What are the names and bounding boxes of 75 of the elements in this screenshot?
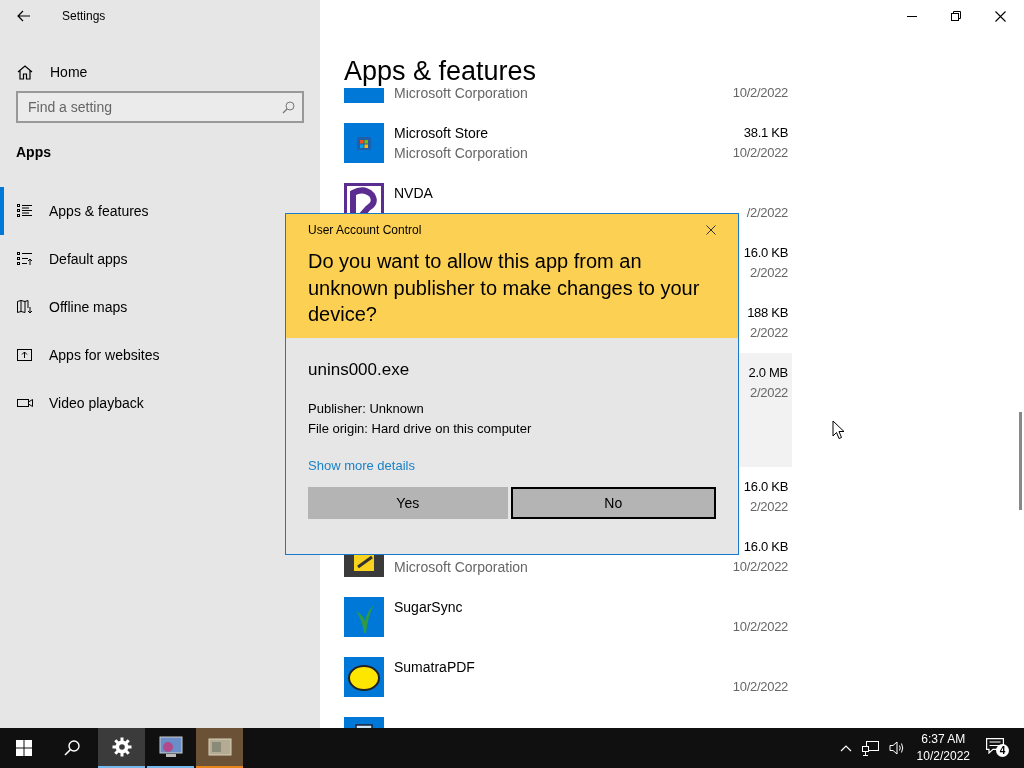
clock-date: 10/2/2022 xyxy=(916,748,970,765)
section-heading: Apps xyxy=(16,144,52,162)
camera-icon xyxy=(17,397,33,409)
app-size: 16.0 KB xyxy=(743,538,788,556)
nav-item[interactable]: Default apps xyxy=(0,235,257,283)
mouse-pointer-icon xyxy=(832,420,845,440)
page-title: Apps & features xyxy=(344,55,538,88)
dialog-title: User Account Control xyxy=(308,223,422,237)
back-arrow-icon[interactable] xyxy=(17,10,31,22)
shopping-bag-icon xyxy=(344,123,384,163)
windows-start-icon[interactable] xyxy=(16,740,32,756)
search-icon[interactable] xyxy=(64,740,80,756)
install-date: 10/2/2022 xyxy=(732,678,788,696)
pdf-icon xyxy=(344,657,384,697)
program-name: unins000.exe xyxy=(308,360,411,381)
window-icon xyxy=(207,738,232,756)
app-name: Microsoft Store xyxy=(394,124,489,143)
install-date: 2/2022 xyxy=(750,498,788,516)
nav-item[interactable]: Offline maps xyxy=(0,283,257,331)
app-name: NVDA xyxy=(394,184,433,203)
nav-item[interactable]: Video playback xyxy=(0,379,257,427)
install-date: 2/2022 xyxy=(750,384,788,402)
chevron-up-icon[interactable] xyxy=(839,744,852,752)
clock-time: 6:37 AM xyxy=(921,731,966,748)
app-publisher: Microsoft Corporation xyxy=(394,88,528,103)
map-icon xyxy=(17,300,33,314)
app-size: 16.0 KB xyxy=(743,244,788,262)
minimize-icon[interactable] xyxy=(907,15,917,17)
gear-icon xyxy=(111,737,132,757)
nav-item[interactable]: Apps for websites xyxy=(0,331,257,379)
install-date: 10/2/2022 xyxy=(732,88,788,102)
install-date: 10/2/2022 xyxy=(732,144,788,162)
search-icon xyxy=(282,101,295,114)
nav-item[interactable]: Apps & features xyxy=(0,187,257,235)
speaker-icon[interactable] xyxy=(888,741,905,755)
app-size: 38.1 KB xyxy=(743,124,788,142)
note-icon xyxy=(344,555,384,577)
restore-icon[interactable] xyxy=(951,11,961,21)
home-link[interactable]: Home xyxy=(17,55,320,89)
install-date: 2/2022 xyxy=(750,264,788,282)
taskbar-app[interactable] xyxy=(98,728,145,768)
app-row[interactable]: Microsoft Corporation 10/2/2022 xyxy=(344,88,792,113)
app-row[interactable]: SugarSync 10/2/2022 xyxy=(344,587,792,647)
app-row[interactable]: SumatraPDF 10/2/2022 xyxy=(344,647,792,707)
install-date: /2/2022 xyxy=(746,204,788,222)
close-icon[interactable] xyxy=(706,225,716,235)
app-size: 2.0 MB xyxy=(748,364,788,382)
notification-badge: 4 xyxy=(996,744,1009,757)
monitor-icon xyxy=(158,736,183,758)
install-date: 10/2/2022 xyxy=(732,618,788,636)
list-icon xyxy=(17,204,33,218)
dialog-question: Do you want to allow this app from an unknown publisher to make changes to your device? xyxy=(308,249,701,327)
app-size: 16.0 KB xyxy=(743,478,788,496)
clock[interactable]: 6:37 AM 10/2/2022 xyxy=(916,731,970,765)
notification-icon[interactable] xyxy=(986,738,1004,754)
install-date: 10/2/2022 xyxy=(732,558,788,576)
app-publisher: Microsoft Corporation xyxy=(394,144,528,163)
close-icon[interactable] xyxy=(995,10,1006,22)
app-name: SugarSync xyxy=(394,598,463,617)
detail-line: Publisher: Unknown xyxy=(308,400,425,418)
install-date: 2/2022 xyxy=(750,324,788,342)
search-field[interactable]: Find a setting xyxy=(16,91,304,123)
house-icon xyxy=(17,64,33,80)
app-publisher: Microsoft Corporation xyxy=(394,558,528,577)
app-size: 188 KB xyxy=(747,304,788,322)
window-title: Settings xyxy=(62,9,106,23)
dialog-button[interactable]: No xyxy=(510,487,716,519)
app-row[interactable]: Microsoft Store 38.1 KB Microsoft Corporation 10/2/2022 xyxy=(344,113,792,173)
network-icon[interactable] xyxy=(861,740,879,756)
list-icon xyxy=(17,252,33,266)
leaf-icon xyxy=(344,597,384,637)
dialog-button[interactable]: Yes xyxy=(308,487,508,519)
detail-line: File origin: Hard drive on this computer xyxy=(308,420,533,438)
app-name: SumatraPDF xyxy=(394,658,475,677)
scroll-bar[interactable] xyxy=(1019,412,1022,510)
